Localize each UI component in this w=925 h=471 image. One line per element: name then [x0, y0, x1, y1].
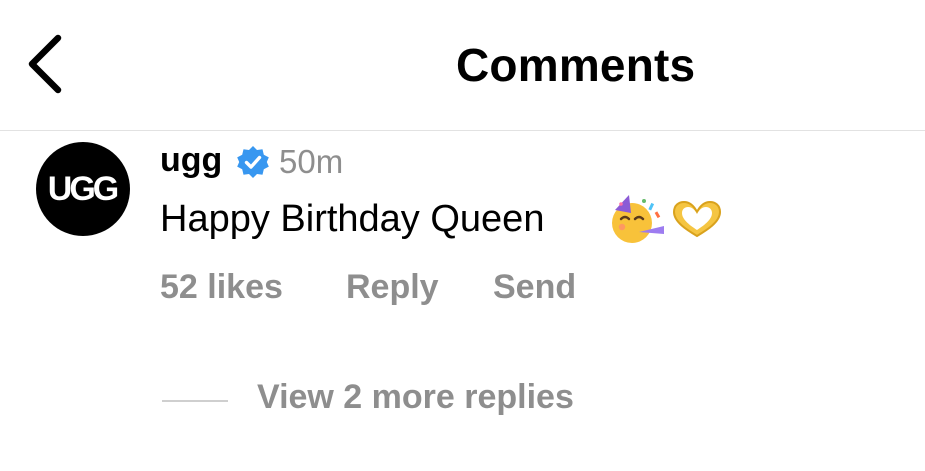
back-button[interactable] — [18, 30, 74, 98]
verified-badge-icon — [237, 146, 269, 178]
header-bar: Comments — [0, 0, 925, 131]
partying-face-emoji — [612, 195, 664, 243]
likes-count[interactable]: 52 likes — [160, 268, 283, 307]
page-title: Comments — [456, 39, 696, 91]
view-more-replies-button[interactable]: View 2 more replies — [257, 378, 574, 417]
avatar[interactable]: UGG — [36, 142, 130, 236]
reply-button[interactable]: Reply — [346, 268, 439, 307]
send-button[interactable]: Send — [493, 268, 576, 307]
chevron-left-icon — [28, 34, 62, 94]
comment-timestamp: 50m — [279, 143, 344, 180]
replies-divider — [162, 400, 228, 402]
avatar-logo-text: UGG — [48, 170, 118, 208]
heart-hands-emoji — [672, 200, 722, 238]
comment-text: Happy Birthday Queen — [160, 198, 545, 240]
comment-username[interactable]: ugg — [160, 141, 222, 180]
